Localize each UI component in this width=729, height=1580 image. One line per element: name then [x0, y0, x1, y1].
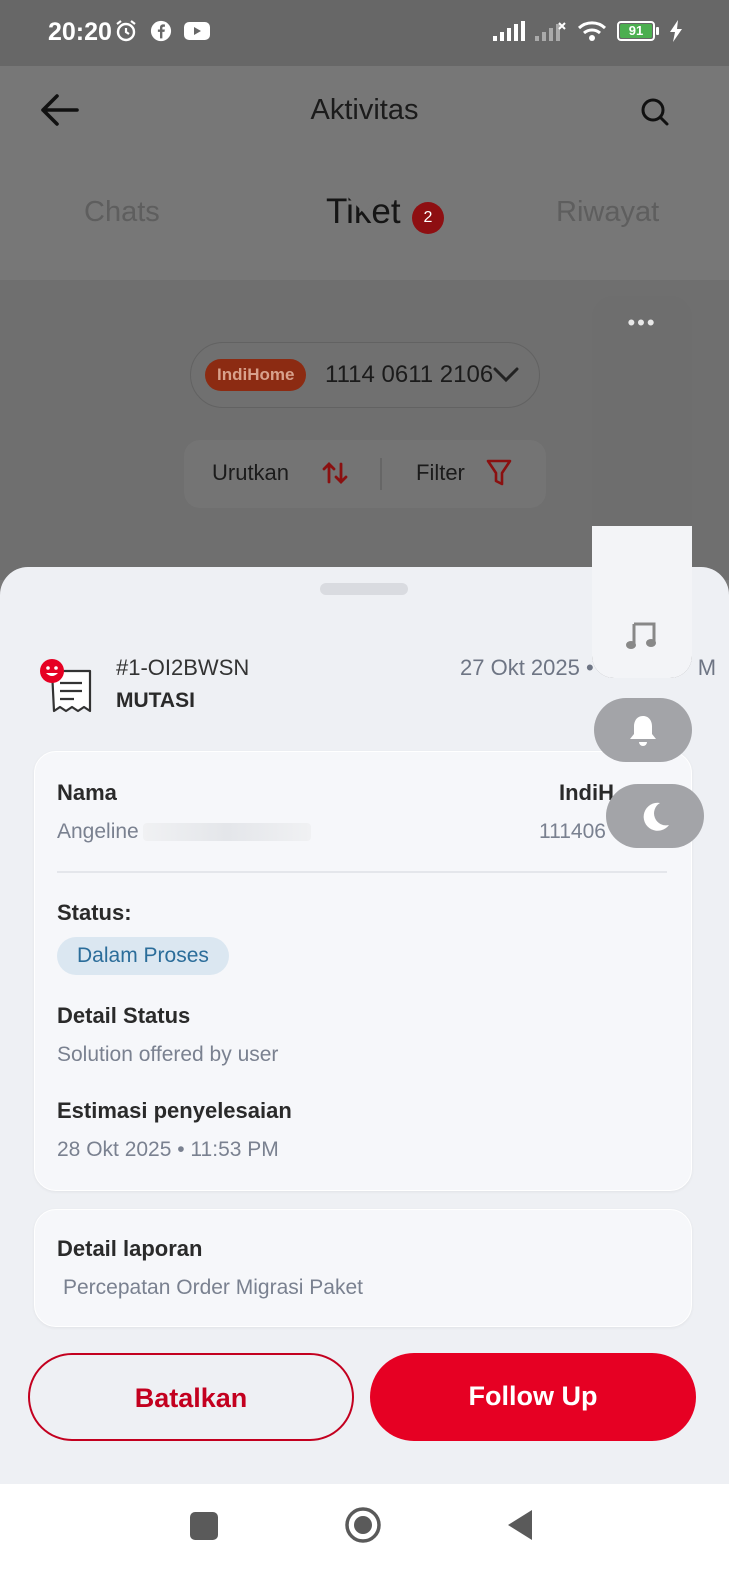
estimate-label: Estimasi penyelesaian [57, 1098, 292, 1123]
report-label: Detail laporan [57, 1236, 203, 1261]
tab-chats[interactable]: Chats [84, 196, 160, 229]
search-icon [641, 98, 669, 126]
alarm-icon [116, 20, 136, 42]
ticket-info-card: Nama Angeline IndiH 111406 Status: Dalam… [34, 751, 692, 1191]
ticket-date-tail: M [697, 655, 717, 680]
name-label: Nama [57, 780, 117, 805]
status-time: 20:20 [48, 18, 112, 46]
recents-button[interactable] [190, 1512, 218, 1540]
divider [57, 871, 667, 873]
volume-level-fill[interactable] [592, 526, 692, 678]
report-value: Percepatan Order Migrasi Paket [63, 1276, 363, 1299]
name-text: Angeline [57, 820, 139, 843]
redacted-surname [142, 823, 311, 842]
status-left-icons [114, 19, 210, 43]
page-title: Aktivitas [310, 94, 419, 126]
follow-up-button[interactable]: Follow Up [370, 1353, 696, 1441]
sort-icon [322, 462, 348, 484]
moon-icon [643, 802, 669, 831]
detail-status-value: Solution offered by user [57, 1043, 279, 1066]
ticket-type: MUTASI [116, 689, 195, 712]
product-value: 111406 [539, 820, 606, 843]
facebook-icon [150, 20, 172, 42]
search-button[interactable] [633, 90, 677, 134]
nav-back-button[interactable] [506, 1508, 534, 1542]
account-chip: IndiHome [205, 359, 307, 391]
status-label: Status: [57, 900, 132, 925]
wifi-icon [577, 21, 607, 41]
ticket-receipt-icon [40, 659, 92, 713]
status-bar: 20:20 91 [0, 0, 729, 66]
bell-icon [630, 716, 656, 746]
tab-tiket-badge: 2 [412, 202, 444, 234]
charging-icon [670, 20, 682, 42]
floating-volume-panel[interactable]: ••• [592, 296, 692, 678]
do-not-disturb-button[interactable] [606, 784, 704, 848]
status-right-icons: 91 [493, 20, 683, 42]
account-selector[interactable]: IndiHome 1114 0611 2106 [190, 342, 540, 408]
signal-no-service-icon [535, 22, 566, 41]
home-button[interactable] [344, 1506, 382, 1544]
youtube-icon [184, 22, 210, 40]
ticket-date-text: 27 Okt 2025 • [460, 655, 600, 680]
sort-button[interactable]: Urutkan [212, 460, 289, 486]
filter-icon [486, 459, 512, 486]
name-value: Angeline [57, 820, 311, 844]
filter-button[interactable]: Filter [416, 460, 465, 486]
estimate-value: 28 Okt 2025 • 11:53 PM [57, 1138, 279, 1161]
active-tab-indicator [348, 197, 380, 213]
account-number: 1114 0611 2106 [325, 361, 494, 388]
battery-icon: 91 [617, 21, 659, 41]
music-note-icon [626, 622, 656, 649]
ticket-id: #1-OI2BWSN [116, 655, 250, 680]
report-detail-card: Detail laporan Percepatan Order Migrasi … [34, 1209, 692, 1327]
battery-level: 91 [620, 24, 652, 38]
more-dots-icon[interactable]: ••• [592, 310, 692, 336]
sheet-drag-handle[interactable] [320, 583, 408, 595]
chevron-down-icon [493, 367, 519, 383]
tab-riwayat[interactable]: Riwayat [556, 196, 659, 229]
status-badge: Dalam Proses [57, 937, 229, 975]
system-nav-bar [0, 1484, 729, 1580]
ring-mode-button[interactable] [594, 698, 692, 762]
product-label: IndiH [559, 780, 614, 805]
signal-icon [493, 21, 525, 41]
sort-filter-bar: Urutkan Filter [184, 440, 546, 508]
detail-status-label: Detail Status [57, 1003, 191, 1028]
app-header: Aktivitas Chats Tiket 2 Riwayat [0, 66, 729, 280]
cancel-button[interactable]: Batalkan [28, 1353, 354, 1441]
